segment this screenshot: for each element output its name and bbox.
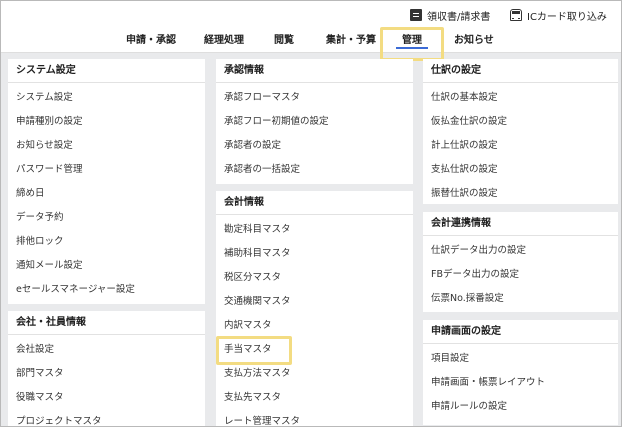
panel-accounting-info: 会計情報 勘定科目マスタ 補助科目マスタ 税区分マスタ 交通機関マスタ 内訳マス… <box>216 191 413 426</box>
menu-item-journal-basic[interactable]: 仕訳の基本設定 <box>423 86 618 110</box>
menu-item-approval-flow-default[interactable]: 承認フロー初期値の設定 <box>216 110 413 134</box>
menu-item-system-settings[interactable]: システム設定 <box>8 86 205 110</box>
panel-title: システム設定 <box>8 59 205 83</box>
menu-item-approver-settings[interactable]: 承認者の設定 <box>216 134 413 158</box>
menu-item-field-settings[interactable]: 項目設定 <box>423 347 618 371</box>
panel-title: 申請画面の設定 <box>423 320 618 344</box>
menu-item-data-reservation[interactable]: データ予約 <box>8 206 205 230</box>
panel-title: 会社・社員情報 <box>8 311 205 335</box>
menu-item-accrual-journal[interactable]: 計上仕訳の設定 <box>423 134 618 158</box>
menu-item-allowance-master[interactable]: 手当マスタ <box>216 338 413 362</box>
menu-item-position-master[interactable]: 役職マスタ <box>8 386 205 410</box>
menu-item-transfer-journal[interactable]: 振替仕訳の設定 <box>423 182 618 206</box>
main-nav: 申請・承認 経理処理 閲覧 集計・予算 管理 お知らせ <box>1 31 621 49</box>
menu-item-project-master[interactable]: プロジェクトマスタ <box>8 410 205 426</box>
nav-tab-notices[interactable]: お知らせ <box>454 31 494 46</box>
ic-card-import-label: ICカード取り込み <box>527 11 607 23</box>
menu-item-payment-method-master[interactable]: 支払方法マスタ <box>216 362 413 386</box>
menu-item-slip-numbering[interactable]: 伝票No.採番設定 <box>423 287 618 311</box>
nav-tab-accounting[interactable]: 経理処理 <box>204 31 244 46</box>
menu-item-department-master[interactable]: 部門マスタ <box>8 362 205 386</box>
menu-item-payee-master[interactable]: 支払先マスタ <box>216 386 413 410</box>
receipt-invoice-label: 領収書/請求書 <box>427 11 491 23</box>
menu-item-notice-settings[interactable]: お知らせ設定 <box>8 134 205 158</box>
panel-accounting-integration: 会計連携情報 仕訳データ出力の設定 FBデータ出力の設定 伝票No.採番設定 <box>423 212 618 312</box>
panel-approval-info: 承認情報 承認フローマスタ 承認フロー初期値の設定 承認者の設定 承認者の一括設… <box>216 59 413 184</box>
menu-item-e-sales-manager[interactable]: eセールスマネージャー設定 <box>8 278 205 302</box>
train-icon <box>510 9 522 21</box>
menu-item-tax-category-master[interactable]: 税区分マスタ <box>216 266 413 290</box>
nav-tab-admin[interactable]: 管理 <box>396 31 428 49</box>
menu-item-account-master[interactable]: 勘定科目マスタ <box>216 218 413 242</box>
ic-card-import-link[interactable]: ICカード取り込み <box>510 7 607 23</box>
menu-item-application-type[interactable]: 申請種別の設定 <box>8 110 205 134</box>
panel-system-settings: システム設定 システム設定 申請種別の設定 お知らせ設定 パスワード管理 締め日… <box>8 59 205 304</box>
menu-item-password-management[interactable]: パスワード管理 <box>8 158 205 182</box>
nav-tab-application-approval[interactable]: 申請・承認 <box>126 31 176 46</box>
panel-title: 承認情報 <box>216 59 413 83</box>
menu-item-exclusive-lock[interactable]: 排他ロック <box>8 230 205 254</box>
menu-item-approval-flow-master[interactable]: 承認フローマスタ <box>216 86 413 110</box>
menu-item-screen-form-layout[interactable]: 申請画面・帳票レイアウト <box>423 371 618 395</box>
panel-company-employee: 会社・社員情報 会社設定 部門マスタ 役職マスタ プロジェクトマスタ <box>8 311 205 426</box>
menu-item-notification-mail[interactable]: 通知メール設定 <box>8 254 205 278</box>
menu-item-transport-master[interactable]: 交通機関マスタ <box>216 290 413 314</box>
top-header: 領収書/請求書 ICカード取り込み 申請・承認 経理処理 閲覧 集計・予算 管理… <box>1 1 621 53</box>
document-icon <box>410 9 422 21</box>
menu-item-rate-management-master[interactable]: レート管理マスタ <box>216 410 413 426</box>
panel-title: 会計連携情報 <box>423 212 618 236</box>
app-window: 領収書/請求書 ICカード取り込み 申請・承認 経理処理 閲覧 集計・予算 管理… <box>0 0 622 427</box>
panel-title: 会計情報 <box>216 191 413 215</box>
receipt-invoice-link[interactable]: 領収書/請求書 <box>410 7 490 23</box>
menu-item-payment-journal[interactable]: 支払仕訳の設定 <box>423 158 618 182</box>
menu-item-application-rules[interactable]: 申請ルールの設定 <box>423 395 618 419</box>
menu-item-approver-bulk-settings[interactable]: 承認者の一括設定 <box>216 158 413 182</box>
panel-title: 仕訳の設定 <box>423 59 618 83</box>
menu-item-closing-date[interactable]: 締め日 <box>8 182 205 206</box>
menu-item-fb-export[interactable]: FBデータ出力の設定 <box>423 263 618 287</box>
menu-item-sub-account-master[interactable]: 補助科目マスタ <box>216 242 413 266</box>
menu-item-breakdown-master[interactable]: 内訳マスタ <box>216 314 413 338</box>
menu-item-company-settings[interactable]: 会社設定 <box>8 338 205 362</box>
nav-tab-aggregate-budget[interactable]: 集計・予算 <box>326 31 376 46</box>
menu-item-advance-journal[interactable]: 仮払金仕訳の設定 <box>423 110 618 134</box>
nav-tab-browse[interactable]: 閲覧 <box>274 31 294 46</box>
panel-application-screen: 申請画面の設定 項目設定 申請画面・帳票レイアウト 申請ルールの設定 <box>423 320 618 425</box>
panel-journal-settings: 仕訳の設定 仕訳の基本設定 仮払金仕訳の設定 計上仕訳の設定 支払仕訳の設定 振… <box>423 59 618 204</box>
menu-item-journal-export[interactable]: 仕訳データ出力の設定 <box>423 239 618 263</box>
